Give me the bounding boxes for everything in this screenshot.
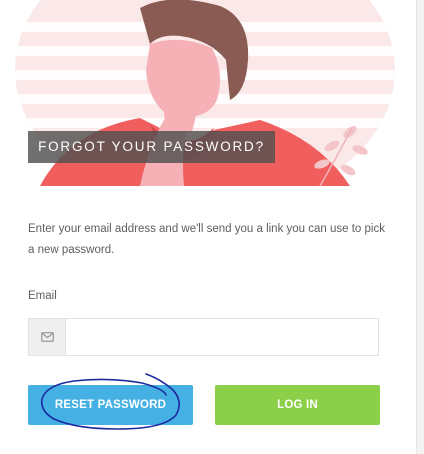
log-in-button[interactable]: LOG IN [215, 385, 380, 425]
instructions-text: Enter your email address and we'll send … [28, 223, 385, 256]
email-label: Email [28, 290, 57, 302]
page-title: FORGOT YOUR PASSWORD? [28, 131, 275, 163]
reset-password-button[interactable]: RESET PASSWORD [28, 385, 193, 425]
email-input-group [28, 318, 379, 356]
email-input[interactable] [66, 319, 378, 355]
hero-illustration: FORGOT YOUR PASSWORD? [0, 0, 416, 186]
envelope-icon [29, 319, 66, 355]
forgot-password-card: FORGOT YOUR PASSWORD? Enter your email a… [0, 0, 417, 454]
